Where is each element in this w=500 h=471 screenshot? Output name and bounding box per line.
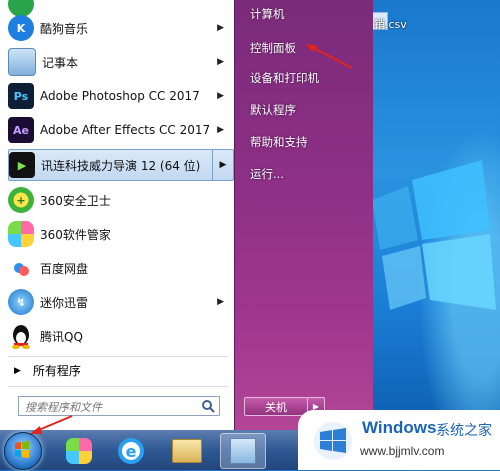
taskbar-360-icon[interactable] [56, 433, 102, 469]
notepad-icon [8, 48, 36, 76]
divider [8, 356, 228, 357]
photoshop-icon: Ps [8, 83, 34, 109]
desktop-file-label: 销.csv [374, 18, 407, 31]
all-programs-button[interactable]: ▶ 所有程序 [14, 362, 81, 379]
submenu-arrow-icon: ▶ [217, 23, 224, 33]
program-label: 讯连科技威力导演 12 (64 位) [41, 158, 201, 173]
watermark-brand: Windows [362, 418, 437, 437]
program-label: Adobe After Effects CC 2017 [40, 123, 211, 137]
start-menu-programs-pane: K 酷狗音乐 ▶ 记事本 ▶ Ps Adobe Photoshop CC 201… [0, 0, 235, 430]
taskbar-explorer-icon[interactable] [164, 433, 210, 469]
windows-logo-icon [314, 422, 352, 460]
program-item-qq[interactable]: 腾讯QQ [8, 320, 234, 352]
windows-flag-icon [15, 441, 29, 458]
program-label: 记事本 [42, 55, 79, 70]
right-item-help-support[interactable]: 帮助和支持 [250, 134, 308, 150]
program-label: 腾讯QQ [40, 329, 83, 344]
program-item-mini-thunder[interactable]: ↯ 迷你迅雷 ▶ [8, 286, 234, 318]
program-label: 迷你迅雷 [40, 295, 89, 310]
watermark-url: www.bjjmlv.com [360, 444, 445, 458]
search-input[interactable] [19, 397, 197, 417]
triangle-right-icon: ▶ [14, 365, 21, 376]
watermark-badge: Windows 系统之家 www.bjjmlv.com [298, 410, 500, 470]
submenu-arrow-icon: ▶ [217, 57, 224, 67]
baidu-netdisk-icon [8, 255, 34, 281]
program-item-after-effects[interactable]: Ae Adobe After Effects CC 2017 ▶ [8, 114, 234, 146]
watermark-brand-cn: 系统之家 [436, 423, 492, 439]
divider [8, 386, 228, 387]
submenu-arrow-icon[interactable]: ▶ [212, 150, 233, 180]
search-box[interactable] [18, 396, 220, 417]
program-label: 百度网盘 [40, 261, 89, 276]
program-label: 酷狗音乐 [40, 21, 89, 36]
all-programs-label: 所有程序 [32, 364, 81, 378]
shutdown-button[interactable]: 关机 [244, 397, 308, 416]
start-menu-places-pane [234, 0, 373, 430]
program-item-360-safe[interactable]: + 360安全卫士 [8, 184, 234, 216]
kugou-music-icon: K [8, 15, 34, 41]
right-item-control-panel[interactable]: 控制面板 [250, 40, 296, 56]
start-orb-button[interactable] [4, 432, 42, 470]
right-item-run[interactable]: 运行... [250, 166, 284, 182]
360-software-icon [8, 221, 34, 247]
program-label: Adobe Photoshop CC 2017 [40, 89, 200, 103]
after-effects-icon: Ae [8, 117, 34, 143]
program-label: 360安全卫士 [40, 193, 111, 208]
taskbar-notepad-icon[interactable] [220, 433, 266, 469]
program-item-powerdirector[interactable]: ▶ 讯连科技威力导演 12 (64 位) ▶ [8, 149, 234, 181]
submenu-arrow-icon: ▶ [217, 125, 224, 135]
search-icon[interactable] [201, 399, 215, 413]
right-item-computer[interactable]: 计算机 [250, 6, 285, 22]
mini-thunder-icon: ↯ [8, 289, 34, 315]
program-item-360-software[interactable]: 360软件管家 [8, 218, 234, 250]
right-item-default-programs[interactable]: 默认程序 [250, 102, 296, 118]
right-item-devices-printers[interactable]: 设备和打印机 [250, 70, 319, 86]
360-safe-icon: + [8, 187, 34, 213]
program-item-photoshop[interactable]: Ps Adobe Photoshop CC 2017 ▶ [8, 80, 234, 112]
program-item-kugou[interactable]: K 酷狗音乐 ▶ [8, 12, 234, 44]
powerdirector-icon: ▶ [9, 152, 35, 178]
windows-logo-wallpaper-icon [372, 160, 496, 310]
program-label: 360软件管家 [40, 227, 111, 242]
submenu-arrow-icon: ▶ [217, 91, 224, 101]
submenu-arrow-icon: ▶ [217, 297, 224, 307]
desktop-file-icon[interactable]: 销.csv [372, 12, 412, 32]
program-item-baidu-netdisk[interactable]: 百度网盘 [8, 252, 234, 284]
shutdown-label: 关机 [265, 400, 287, 414]
program-item-notepad[interactable]: 记事本 ▶ [8, 46, 234, 78]
taskbar-ie-icon[interactable]: e [108, 433, 154, 469]
qq-penguin-icon [8, 323, 34, 349]
